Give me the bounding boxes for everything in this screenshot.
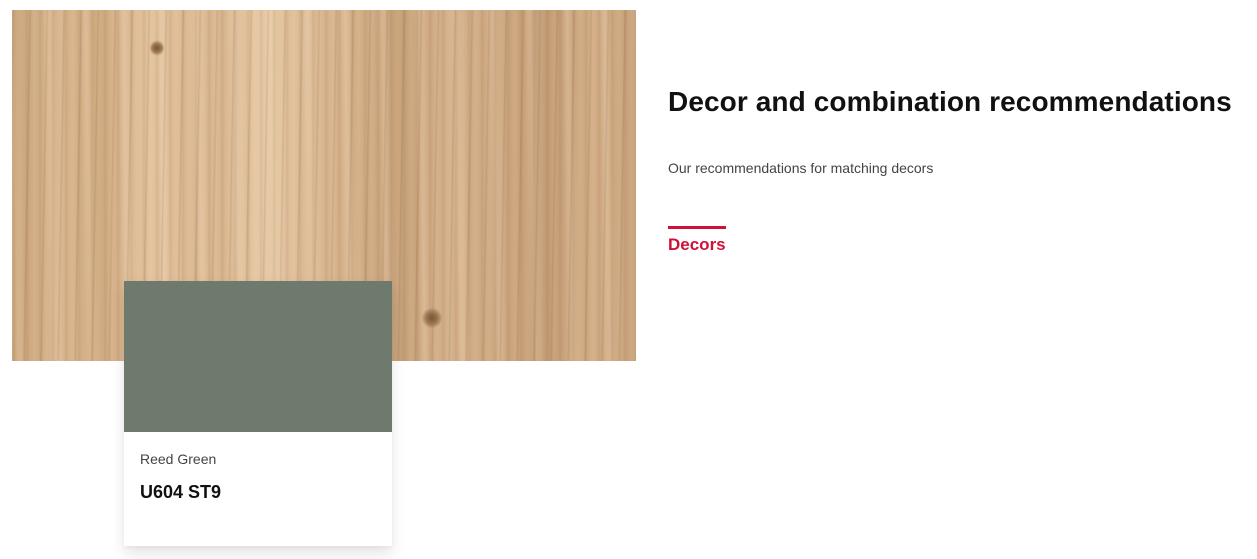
section-subtitle: Our recommendations for matching decors	[668, 160, 934, 176]
decor-recommendations-section: Reed Green U604 ST9 Decor and combinatio…	[0, 0, 1257, 559]
decor-card[interactable]: Reed Green U604 ST9	[124, 281, 392, 546]
wood-knot	[422, 308, 442, 328]
decor-color-swatch	[124, 281, 392, 432]
section-title: Decor and combination recommendations	[668, 86, 1232, 117]
tab-decors[interactable]: Decors	[668, 226, 726, 255]
wood-knot	[150, 40, 164, 56]
decor-code: U604 ST9	[140, 482, 222, 502]
decor-name: Reed Green	[140, 451, 217, 467]
